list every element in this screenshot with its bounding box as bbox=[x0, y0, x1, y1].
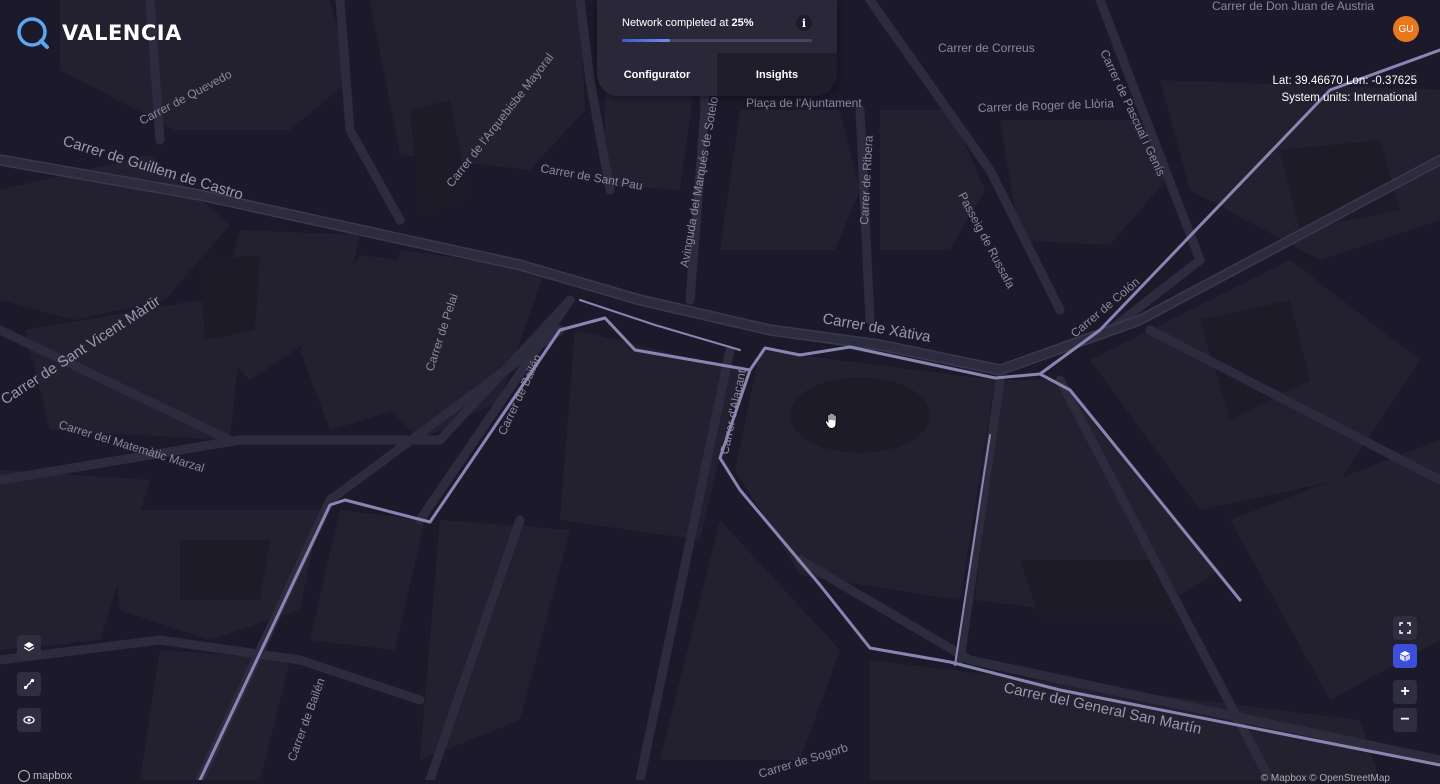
fullscreen-icon bbox=[1399, 622, 1411, 634]
info-icon[interactable]: i bbox=[796, 15, 812, 31]
mapbox-label: mapbox bbox=[33, 770, 73, 782]
network-panel: Network completed at 25% i Configurator … bbox=[597, 0, 837, 96]
tab-configurator[interactable]: Configurator bbox=[597, 53, 717, 96]
hand-cursor-icon bbox=[824, 412, 840, 435]
app-logo[interactable]: VALENCIA bbox=[16, 16, 182, 50]
lat-lon-text: Lat: 39.46670 Lon: -0.37625 bbox=[1272, 75, 1417, 87]
mapbox-logo-icon bbox=[18, 770, 30, 782]
fullscreen-button[interactable] bbox=[1393, 616, 1417, 640]
progress-bar-fill bbox=[622, 39, 670, 42]
panel-tabs: Configurator Insights bbox=[597, 53, 837, 96]
zoom-out-button[interactable]: − bbox=[1393, 708, 1417, 732]
visibility-button[interactable] bbox=[17, 708, 41, 732]
street-label: Carrer de Correus bbox=[938, 41, 1035, 55]
eye-icon bbox=[23, 716, 35, 724]
tab-insights[interactable]: Insights bbox=[717, 53, 837, 96]
map-attribution[interactable]: © Mapbox © OpenStreetMap bbox=[1261, 773, 1390, 784]
search-ring-icon bbox=[16, 16, 50, 50]
layers-button[interactable] bbox=[17, 635, 41, 659]
zoom-in-button[interactable]: + bbox=[1393, 680, 1417, 704]
progress-row: Network completed at 25% i bbox=[622, 15, 812, 31]
map-canvas[interactable]: Carrer de Guillem de Castro Carrer de Qu… bbox=[0, 0, 1440, 780]
coordinates-readout: Lat: 39.46670 Lon: -0.37625 System units… bbox=[1272, 73, 1417, 107]
user-avatar[interactable]: GU bbox=[1393, 16, 1419, 42]
3d-cube-icon bbox=[1400, 651, 1410, 662]
city-name: VALENCIA bbox=[62, 21, 182, 45]
progress-bar bbox=[622, 39, 812, 42]
layers-icon bbox=[23, 642, 35, 652]
units-text: System units: International bbox=[1281, 92, 1417, 104]
progress-percent: 25% bbox=[731, 17, 754, 29]
street-label: Plaça de l'Ajuntament bbox=[746, 96, 862, 110]
mapbox-attribution[interactable]: mapbox bbox=[18, 770, 72, 782]
route-icon bbox=[23, 678, 35, 690]
3d-view-button[interactable] bbox=[1393, 644, 1417, 668]
route-button[interactable] bbox=[17, 672, 41, 696]
street-label: Carrer de Don Juan de Austria bbox=[1212, 0, 1374, 13]
progress-label: Network completed at 25% bbox=[622, 17, 754, 29]
